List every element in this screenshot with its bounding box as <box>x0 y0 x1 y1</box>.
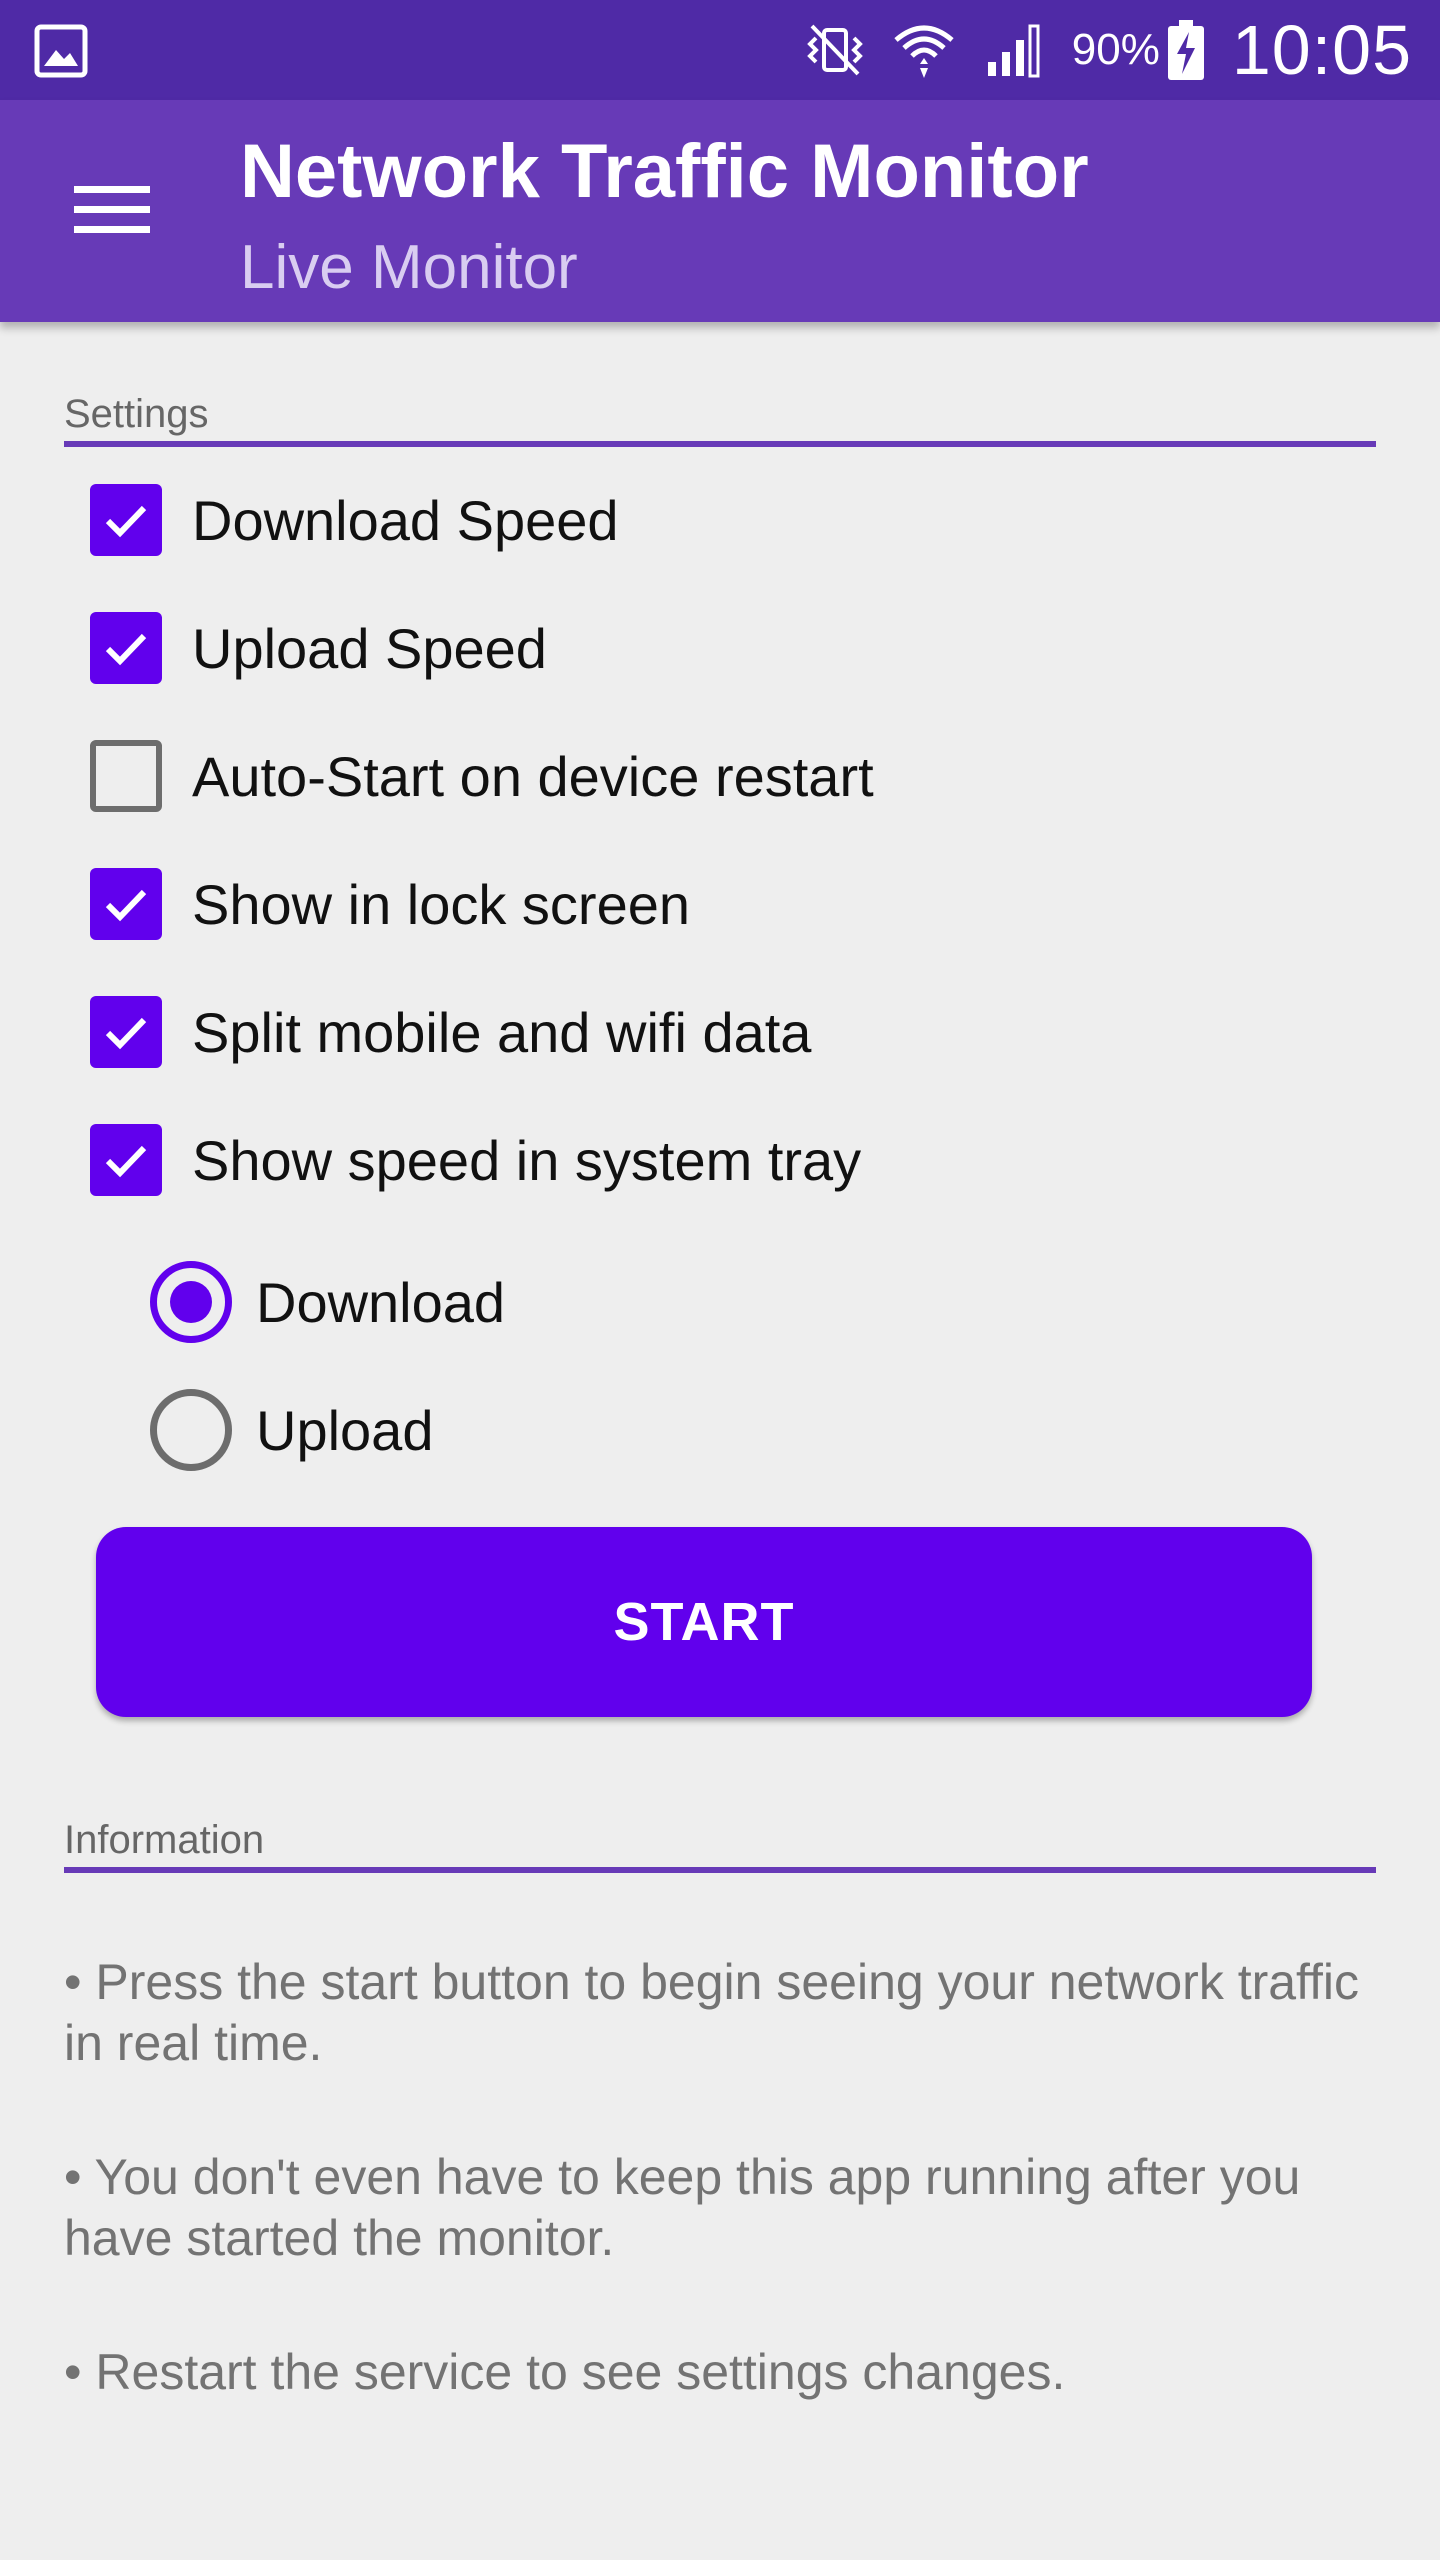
checkbox-checked-icon[interactable] <box>90 1124 162 1196</box>
battery-charging-icon <box>1167 20 1204 80</box>
start-button-label: START <box>613 1592 795 1652</box>
checkbox-label: Upload Speed <box>192 616 547 680</box>
checkbox-split-data[interactable]: Split mobile and wifi data <box>90 982 811 1082</box>
radio-label: Download <box>256 1270 506 1334</box>
checkbox-auto-start[interactable]: Auto-Start on device restart <box>90 726 874 826</box>
status-icons: 90% 10:05 <box>802 0 1412 100</box>
battery-percent: 90% <box>1071 25 1160 74</box>
app-subtitle: Live Monitor <box>240 233 578 302</box>
checkbox-download-speed[interactable]: Download Speed <box>90 470 619 570</box>
info-paragraph: • Restart the service to see settings ch… <box>64 2344 1066 2400</box>
information-section-header: Information <box>64 1818 1376 1873</box>
app-title: Network Traffic Monitor <box>240 129 1089 214</box>
checkbox-label: Download Speed <box>192 488 619 552</box>
settings-section-header: Settings <box>64 392 1376 447</box>
radio-dot <box>170 1281 212 1323</box>
radio-unselected-icon[interactable] <box>150 1389 232 1471</box>
signal-icon <box>987 24 1040 78</box>
radio-download[interactable]: Download <box>150 1252 505 1352</box>
radio-label: Upload <box>256 1398 434 1462</box>
checkbox-checked-icon[interactable] <box>90 484 162 556</box>
checkbox-label: Show in lock screen <box>192 872 691 936</box>
start-button[interactable]: START <box>96 1527 1312 1717</box>
battery-indicator: 90% <box>1072 18 1206 82</box>
vibrate-icon <box>806 24 863 76</box>
clock: 10:05 <box>1231 11 1412 89</box>
app-bar: Network Traffic Monitor Live Monitor <box>0 100 1440 322</box>
info-paragraph: • You don't even have to keep this app r… <box>64 2149 1301 2266</box>
checkbox-lock-screen[interactable]: Show in lock screen <box>90 854 690 954</box>
checkbox-unchecked-icon[interactable] <box>90 740 162 812</box>
checkbox-label: Show speed in system tray <box>192 1128 862 1192</box>
checkbox-label: Split mobile and wifi data <box>192 1000 812 1064</box>
checkbox-upload-speed[interactable]: Upload Speed <box>90 598 547 698</box>
menu-button[interactable] <box>50 166 174 254</box>
checkbox-system-tray[interactable]: Show speed in system tray <box>90 1110 861 1210</box>
checkbox-checked-icon[interactable] <box>90 996 162 1068</box>
checkbox-checked-icon[interactable] <box>90 868 162 940</box>
information-header-label: Information <box>64 1818 265 1862</box>
checkbox-checked-icon[interactable] <box>90 612 162 684</box>
hamburger-menu-icon <box>74 186 150 233</box>
settings-header-label: Settings <box>64 392 209 436</box>
status-bar: 90% 10:05 <box>0 0 1440 100</box>
checkbox-label: Auto-Start on device restart <box>192 744 874 808</box>
gallery-icon <box>34 24 88 78</box>
info-paragraph: • Press the start button to begin seeing… <box>64 1954 1360 2071</box>
radio-selected-icon[interactable] <box>150 1261 232 1343</box>
radio-upload[interactable]: Upload <box>150 1380 433 1480</box>
wifi-icon <box>894 25 954 78</box>
